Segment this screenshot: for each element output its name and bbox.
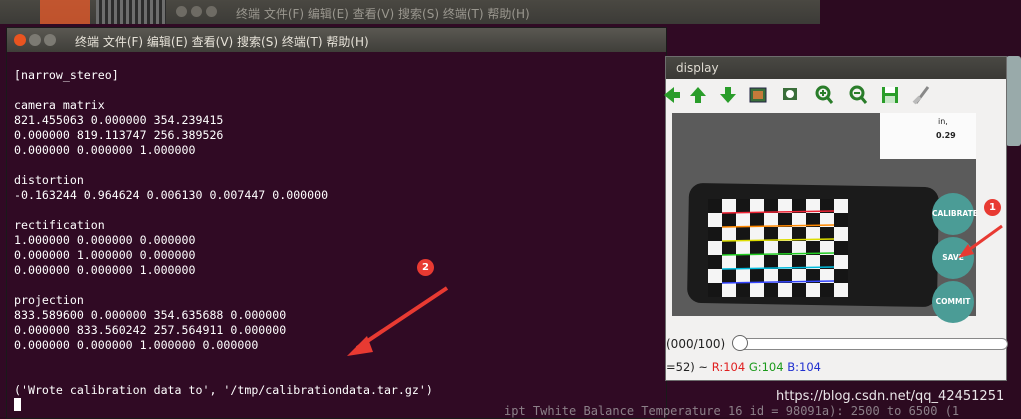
terminal-line: [narrow_stereo] <box>14 68 119 82</box>
terminal-line: distortion <box>14 173 84 187</box>
paper-region: in, 0.29 <box>880 113 976 159</box>
close-icon[interactable] <box>176 6 187 17</box>
save-icon[interactable] <box>880 85 900 105</box>
terminal-menu-title: 终端 文件(F) 编辑(E) 查看(V) 搜索(S) 终端(T) 帮助(H) <box>75 35 369 49</box>
image-icon[interactable] <box>748 85 768 105</box>
annotation-badge-2: 2 <box>417 259 434 276</box>
close-icon[interactable] <box>14 34 26 46</box>
background-window-title: 终端 文件(F) 编辑(E) 查看(V) 搜索(S) 终端(T) 帮助(H) <box>236 7 530 21</box>
arrow-up-icon[interactable] <box>688 85 708 105</box>
display-title: display <box>676 61 719 75</box>
brush-icon[interactable] <box>912 85 932 105</box>
watermark: https://blog.csdn.net/qq_42451251 <box>776 389 1005 404</box>
slider-knob[interactable] <box>732 335 748 351</box>
maximize-icon[interactable] <box>206 6 217 17</box>
side-panel-handle <box>1006 56 1021 146</box>
display-title-bar: display <box>666 57 1006 79</box>
pixel-status-bar: =52) ~ R:104 G:104 B:104 <box>666 360 1006 378</box>
terminal-window[interactable]: 终端 文件(F) 编辑(E) 查看(V) 搜索(S) 终端(T) 帮助(H) [… <box>6 27 667 419</box>
corner-overlay <box>721 210 835 284</box>
terminal-output[interactable]: [narrow_stereo] camera matrix 821.455063… <box>14 68 666 418</box>
status-green: G:104 <box>748 360 784 374</box>
background-window-controls <box>176 6 221 20</box>
camera-image: in, 0.29 <box>672 113 976 316</box>
display-window[interactable]: display in, 0.29 CALIBRATE SAVE COMMIT 1… <box>664 56 1008 381</box>
status-red: R:104 <box>711 360 746 374</box>
terminal-line: -0.163244 0.964624 0.006130 0.007447 0.0… <box>14 188 329 202</box>
paper-text-line2: 0.29 <box>936 131 956 140</box>
annotation-arrow-icon <box>347 286 449 356</box>
status-blue: B:104 <box>787 360 821 374</box>
zoom-in-icon[interactable] <box>814 85 834 105</box>
terminal-line: camera matrix <box>14 98 105 112</box>
annotation-arrow-icon <box>958 224 1003 258</box>
terminal-line: 0.000000 819.113747 256.389526 <box>14 128 224 142</box>
thumbnail-strip <box>96 0 166 24</box>
maximize-icon[interactable] <box>44 34 56 46</box>
image-slider-row: (000/100) <box>666 329 1008 357</box>
arrow-left-icon[interactable] <box>662 85 682 105</box>
terminal-line: 0.000000 1.000000 0.000000 <box>14 248 196 262</box>
text-cursor <box>14 398 21 411</box>
slider-track[interactable] <box>734 338 1008 350</box>
background-terminal-text: ipt Twhite Balance Temperature 16 id = 9… <box>504 404 960 418</box>
minimize-icon[interactable] <box>191 6 202 17</box>
paper-text-line1: in, <box>938 117 948 126</box>
annotation-badge-1: 1 <box>984 199 1001 216</box>
terminal-line: 0.000000 0.000000 1.000000 <box>14 263 196 277</box>
terminal-line: 0.000000 0.000000 1.000000 <box>14 143 196 157</box>
terminal-line: rectification <box>14 218 105 232</box>
fit-icon[interactable] <box>780 85 800 105</box>
display-toolbar <box>664 79 1006 111</box>
minimize-icon[interactable] <box>29 34 41 46</box>
background-title-bar: 终端 文件(F) 编辑(E) 查看(V) 搜索(S) 终端(T) 帮助(H) <box>0 0 820 24</box>
terminal-line: 821.455063 0.000000 354.239415 <box>14 113 224 127</box>
checkerboard <box>708 199 848 297</box>
terminal-title-bar: 终端 文件(F) 编辑(E) 查看(V) 搜索(S) 终端(T) 帮助(H) <box>7 28 666 52</box>
terminal-line: ('Wrote calibration data to', '/tmp/cali… <box>14 383 433 397</box>
status-prefix: =52) ~ <box>666 360 712 374</box>
commit-button[interactable]: COMMIT <box>932 281 974 323</box>
slider-label: (000/100) <box>666 337 726 351</box>
app-logo <box>40 0 90 24</box>
terminal-line: 1.000000 0.000000 0.000000 <box>14 233 196 247</box>
zoom-out-icon[interactable] <box>848 85 868 105</box>
arrow-down-icon[interactable] <box>718 85 738 105</box>
